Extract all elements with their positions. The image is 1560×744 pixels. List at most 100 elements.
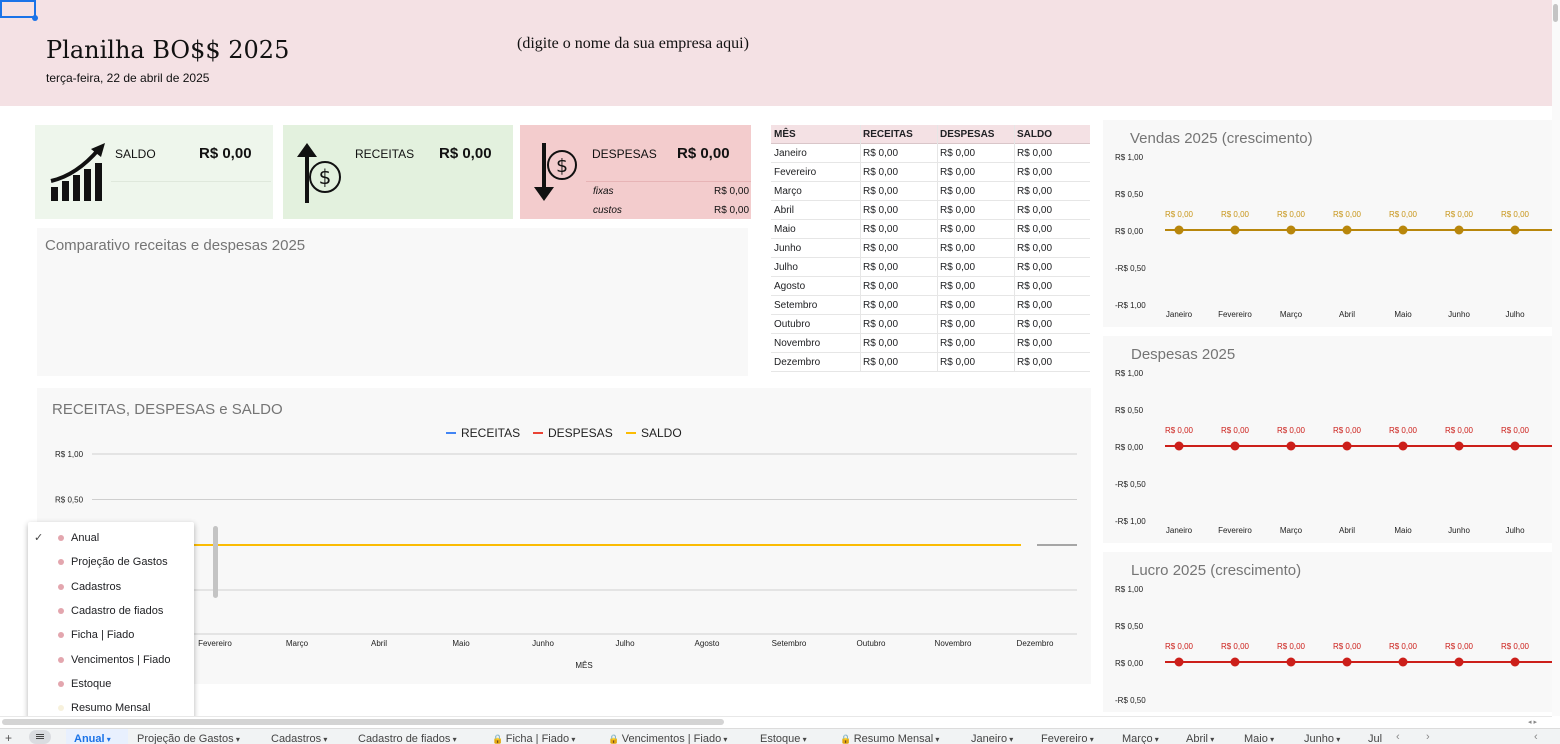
tab-dropdown-icon[interactable]: ▾: [105, 735, 111, 744]
all-sheets-button[interactable]: [29, 730, 51, 744]
table-cell[interactable]: R$ 0,00: [863, 243, 898, 254]
sheet-tab[interactable]: Maio ▾: [1244, 733, 1274, 744]
table-cell[interactable]: R$ 0,00: [863, 338, 898, 349]
sheet-menu-item[interactable]: Projeção de Gastos: [28, 551, 188, 575]
table-cell[interactable]: Junho: [774, 243, 801, 254]
sheet-tab-label: Cadastros: [271, 733, 322, 744]
sheet-tab[interactable]: Abril ▾: [1186, 733, 1214, 744]
table-cell[interactable]: R$ 0,00: [863, 357, 898, 368]
table-cell[interactable]: R$ 0,00: [940, 243, 975, 254]
table-cell[interactable]: R$ 0,00: [1017, 357, 1052, 368]
table-cell[interactable]: Dezembro: [774, 357, 820, 368]
table-cell[interactable]: R$ 0,00: [940, 205, 975, 216]
sheet-menu-item[interactable]: Estoque: [28, 673, 188, 697]
table-cell[interactable]: R$ 0,00: [1017, 186, 1052, 197]
sheet-menu-item[interactable]: Cadastros: [28, 576, 188, 600]
table-cell[interactable]: R$ 0,00: [863, 167, 898, 178]
comparativo-chart[interactable]: Comparativo receitas e despesas 2025: [37, 228, 748, 376]
tab-dropdown-icon[interactable]: ▾: [1208, 735, 1214, 744]
table-cell[interactable]: R$ 0,00: [940, 357, 975, 368]
table-cell[interactable]: Setembro: [774, 300, 817, 311]
table-cell[interactable]: R$ 0,00: [1017, 224, 1052, 235]
scroll-arrows-icon[interactable]: ◂ ▸: [1528, 718, 1537, 726]
tab-dropdown-icon[interactable]: ▾: [1153, 735, 1159, 744]
table-cell[interactable]: R$ 0,00: [940, 167, 975, 178]
table-cell[interactable]: R$ 0,00: [1017, 300, 1052, 311]
tab-dropdown-icon[interactable]: ▾: [569, 735, 575, 744]
table-cell[interactable]: R$ 0,00: [940, 319, 975, 330]
sheet-tab-label: Março: [1122, 733, 1153, 744]
table-cell[interactable]: R$ 0,00: [863, 262, 898, 273]
sheet-tab[interactable]: Cadastro de fiados ▾: [358, 733, 457, 744]
table-cell[interactable]: R$ 0,00: [1017, 262, 1052, 273]
tab-dropdown-icon[interactable]: ▾: [321, 735, 327, 744]
table-cell[interactable]: Abril: [774, 205, 794, 216]
tab-dropdown-icon[interactable]: ▾: [800, 735, 807, 744]
tab-dropdown-icon[interactable]: ▾: [1334, 735, 1340, 744]
add-sheet-icon[interactable]: +: [5, 731, 12, 744]
sheet-tab[interactable]: Janeiro ▾: [971, 733, 1013, 744]
table-cell[interactable]: Outubro: [774, 319, 810, 330]
table-cell[interactable]: R$ 0,00: [940, 224, 975, 235]
vertical-scroll-thumb[interactable]: [1553, 4, 1558, 22]
table-cell[interactable]: R$ 0,00: [940, 281, 975, 292]
table-cell[interactable]: R$ 0,00: [940, 186, 975, 197]
tab-dropdown-icon[interactable]: ▾: [1268, 735, 1274, 744]
tab-dropdown-icon[interactable]: ▾: [1087, 735, 1094, 744]
table-cell[interactable]: Fevereiro: [774, 167, 816, 178]
sheet-tab[interactable]: Anual ▾: [74, 733, 111, 744]
table-cell[interactable]: R$ 0,00: [940, 148, 975, 159]
table-cell[interactable]: Janeiro: [774, 148, 807, 159]
sheet-tab[interactable]: Jul: [1368, 733, 1382, 744]
table-cell[interactable]: Maio: [774, 224, 796, 235]
sheet-tab[interactable]: Cadastros ▾: [271, 733, 327, 744]
tab-dropdown-icon[interactable]: ▾: [234, 735, 240, 744]
table-cell[interactable]: Novembro: [774, 338, 820, 349]
table-cell[interactable]: R$ 0,00: [1017, 167, 1052, 178]
fill-handle[interactable]: [32, 15, 38, 21]
tab-dropdown-icon[interactable]: ▾: [1007, 735, 1013, 744]
table-cell[interactable]: R$ 0,00: [1017, 338, 1052, 349]
tab-dropdown-icon[interactable]: ▾: [933, 735, 939, 744]
table-cell[interactable]: R$ 0,00: [863, 281, 898, 292]
sheet-menu-item[interactable]: Vencimentos | Fiado: [28, 649, 188, 673]
sheet-tab[interactable]: Projeção de Gastos ▾: [137, 733, 240, 744]
tab-dropdown-icon[interactable]: ▾: [450, 735, 457, 744]
table-cell[interactable]: R$ 0,00: [863, 186, 898, 197]
sheet-menu-item[interactable]: ✓ Anual: [28, 527, 188, 551]
table-cell[interactable]: R$ 0,00: [863, 319, 898, 330]
tabs-prev-icon[interactable]: ‹: [1396, 731, 1400, 743]
table-cell[interactable]: Julho: [774, 262, 798, 273]
selected-cell[interactable]: [0, 0, 36, 18]
sheet-tab[interactable]: Fevereiro ▾: [1041, 733, 1094, 744]
table-cell[interactable]: R$ 0,00: [1017, 281, 1052, 292]
table-cell[interactable]: R$ 0,00: [940, 262, 975, 273]
table-cell[interactable]: R$ 0,00: [863, 148, 898, 159]
table-cell[interactable]: Agosto: [774, 281, 805, 292]
table-cell[interactable]: R$ 0,00: [940, 338, 975, 349]
table-cell[interactable]: R$ 0,00: [1017, 205, 1052, 216]
sheet-menu-item[interactable]: Ficha | Fiado: [28, 624, 188, 648]
sheet-tab[interactable]: 🔒 Vencimentos | Fiado ▾: [608, 733, 727, 744]
sheet-tab[interactable]: Março ▾: [1122, 733, 1159, 744]
sheet-tab[interactable]: Junho ▾: [1304, 733, 1340, 744]
sheet-tab[interactable]: 🔒 Ficha | Fiado ▾: [492, 733, 575, 744]
sheet-tab[interactable]: Estoque ▾: [760, 733, 807, 744]
tab-dropdown-icon[interactable]: ▾: [721, 735, 727, 744]
table-cell[interactable]: R$ 0,00: [863, 224, 898, 235]
table-cell[interactable]: R$ 0,00: [1017, 319, 1052, 330]
sheet-menu-item[interactable]: Cadastro de fiados: [28, 600, 188, 624]
table-cell[interactable]: R$ 0,00: [863, 300, 898, 311]
company-name-placeholder[interactable]: (digite o nome da sua empresa aqui): [517, 35, 749, 53]
menu-scroll-thumb[interactable]: [213, 526, 218, 598]
table-cell[interactable]: R$ 0,00: [1017, 148, 1052, 159]
sheet-tab[interactable]: 🔒 Resumo Mensal ▾: [840, 733, 939, 744]
table-cell[interactable]: R$ 0,00: [863, 205, 898, 216]
table-cell[interactable]: R$ 0,00: [1017, 243, 1052, 254]
table-cell[interactable]: Março: [774, 186, 802, 197]
table-cell[interactable]: R$ 0,00: [940, 300, 975, 311]
horizontal-scroll-thumb[interactable]: [2, 719, 724, 725]
tabs-next-icon[interactable]: ›: [1426, 731, 1430, 743]
vertical-scrollbar[interactable]: [1552, 0, 1560, 716]
collapse-icon[interactable]: ‹: [1534, 731, 1538, 743]
